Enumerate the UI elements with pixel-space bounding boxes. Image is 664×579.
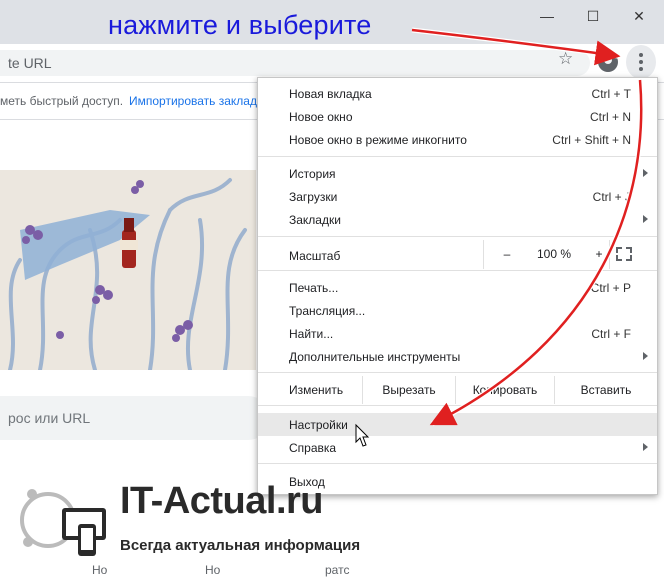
menu-item-shortcut: Ctrl + N: [589, 110, 631, 124]
menu-item-new-window[interactable]: Новое окно Ctrl + N: [258, 105, 657, 128]
menu-divider: [258, 236, 657, 237]
minimize-icon[interactable]: —: [532, 8, 562, 28]
menu-item-label: Дополнительные инструменты: [289, 350, 461, 364]
menu-divider: [609, 240, 610, 269]
menu-item-label: История: [289, 167, 336, 181]
menu-item-label: Печать...: [289, 281, 339, 295]
menu-item-shortcut: Ctrl + Shift + N: [552, 133, 631, 147]
menu-item-cast[interactable]: Трансляция...: [258, 299, 657, 322]
menu-item-new-tab[interactable]: Новая вкладка Ctrl + T: [258, 82, 657, 105]
close-icon[interactable]: ✕: [624, 8, 654, 28]
submenu-arrow-icon: [643, 352, 648, 360]
menu-divider: [258, 156, 657, 157]
menu-item-print[interactable]: Печать... Ctrl + P: [258, 276, 657, 299]
menu-item-settings[interactable]: Настройки: [258, 413, 657, 436]
omnibox-text: te URL: [8, 55, 52, 71]
menu-item-label: Справка: [289, 441, 337, 455]
menu-item-label: Новое окно в режиме инкогнито: [289, 133, 467, 147]
submenu-arrow-icon: [643, 169, 648, 177]
annotation-text: нажмите и выберите: [108, 10, 372, 40]
menu-item-shortcut: Ctrl + P: [590, 281, 631, 295]
search-placeholder: рос или URL: [8, 410, 91, 426]
menu-item-more-tools[interactable]: Дополнительные инструменты: [258, 345, 657, 368]
chrome-menu: Новая вкладка Ctrl + T Новое окно Ctrl +…: [257, 77, 658, 495]
watermark-subtitle: Всегда актуальная информация: [120, 537, 361, 554]
zoom-out-button[interactable]: –: [497, 247, 517, 261]
menu-item-shortcut: Ctrl + J: [592, 190, 631, 204]
zoom-value: 100 %: [536, 247, 572, 261]
menu-divider: [258, 405, 657, 406]
menu-item-label: Трансляция...: [289, 304, 366, 318]
menu-item-shortcut: Ctrl + T: [591, 87, 631, 101]
menu-item-bookmarks[interactable]: Закладки: [258, 208, 657, 231]
bottom-link[interactable]: Но: [92, 563, 107, 577]
menu-divider: [483, 240, 484, 269]
menu-divider: [258, 463, 657, 464]
menu-item-label: Загрузки: [289, 190, 338, 204]
menu-item-label: Закладки: [289, 213, 341, 227]
logo-devices-icon: [20, 489, 106, 556]
menu-item-downloads[interactable]: Загрузки Ctrl + J: [258, 185, 657, 208]
paste-label: Вставить: [580, 383, 632, 397]
menu-item-label: Найти...: [289, 327, 334, 341]
bookmarks-hint: меть быстрый доступ.: [0, 94, 124, 108]
zoom-in-button[interactable]: +: [589, 247, 609, 261]
maximize-icon[interactable]: ☐: [578, 8, 608, 28]
menu-item-label: Новая вкладка: [289, 87, 372, 101]
zoom-controls: – 100 % +: [483, 240, 657, 269]
edit-row: Изменить Вырезать Копировать Вставить: [258, 376, 657, 404]
fullscreen-icon[interactable]: [616, 247, 632, 261]
bottom-links: Но Но ратс: [0, 560, 664, 579]
bottom-link[interactable]: ратс: [325, 563, 349, 577]
profile-icon[interactable]: [598, 52, 618, 72]
submenu-arrow-icon: [643, 215, 648, 223]
import-bookmarks-link[interactable]: Импортировать заклад: [129, 94, 257, 108]
menu-item-label: Настройки: [289, 418, 348, 432]
copy-label: Копировать: [472, 383, 538, 397]
menu-item-find[interactable]: Найти... Ctrl + F: [258, 322, 657, 345]
menu-item-label: Новое окно: [289, 110, 353, 124]
edit-label: Изменить: [258, 376, 362, 404]
menu-item-history[interactable]: История: [258, 162, 657, 185]
title-bar: нажмите и выберите — ☐ ✕: [0, 0, 664, 44]
zoom-row: Масштаб – 100 % +: [258, 240, 657, 269]
omnibox[interactable]: te URL: [0, 50, 590, 76]
cut-label: Вырезать: [382, 383, 436, 397]
copy-button[interactable]: Копировать: [456, 376, 554, 404]
menu-item-help[interactable]: Справка: [258, 436, 657, 459]
search-box[interactable]: рос или URL: [0, 396, 270, 440]
submenu-arrow-icon: [643, 443, 648, 451]
star-icon[interactable]: ☆: [558, 49, 573, 69]
google-doodle[interactable]: [0, 170, 256, 370]
menu-item-incognito[interactable]: Новое окно в режиме инкогнито Ctrl + Shi…: [258, 128, 657, 151]
bottom-link[interactable]: Но: [205, 563, 220, 577]
kebab-menu-icon[interactable]: [626, 45, 656, 79]
menu-item-shortcut: Ctrl + F: [591, 327, 631, 341]
cut-button[interactable]: Вырезать: [363, 376, 455, 404]
paste-button[interactable]: Вставить: [555, 376, 657, 404]
menu-divider: [258, 270, 657, 271]
edit-label-text: Изменить: [289, 383, 344, 397]
menu-divider: [258, 372, 657, 373]
zoom-label: Масштаб: [289, 249, 341, 263]
watermark-logo: IT-Actual.ru Всегда актуальная информаци…: [18, 480, 378, 562]
watermark-title: IT-Actual.ru: [120, 480, 324, 522]
